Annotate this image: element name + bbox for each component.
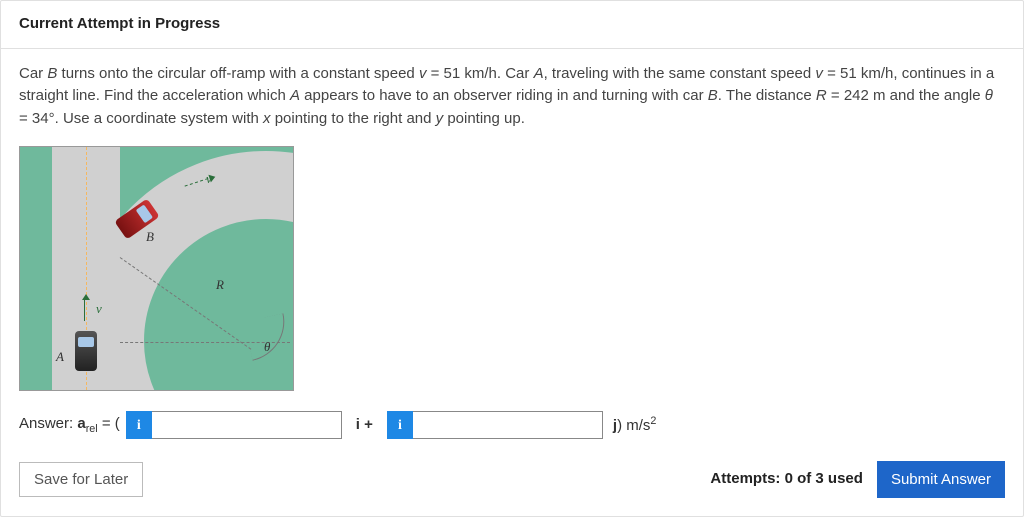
info-icon[interactable]: i bbox=[126, 411, 152, 439]
label-a: A bbox=[56, 347, 64, 367]
label-theta: θ bbox=[264, 337, 270, 357]
j-component-input[interactable] bbox=[413, 411, 603, 439]
problem-statement: Car B turns onto the circular off-ramp w… bbox=[19, 63, 1005, 131]
i-component-input[interactable] bbox=[152, 411, 342, 439]
submit-answer-button[interactable]: Submit Answer bbox=[877, 461, 1005, 498]
info-icon[interactable]: i bbox=[387, 411, 413, 439]
label-r: R bbox=[216, 275, 224, 295]
save-for-later-button[interactable]: Save for Later bbox=[19, 462, 143, 497]
label-v-b: v bbox=[206, 169, 212, 189]
answer-tail: j) m/s2 bbox=[609, 413, 657, 438]
label-v-a: v bbox=[96, 299, 102, 319]
attempts-text: Attempts: 0 of 3 used bbox=[710, 468, 863, 491]
answer-lead: Answer: arel = ( bbox=[19, 413, 120, 437]
label-b: B bbox=[146, 227, 154, 247]
car-a-icon bbox=[75, 331, 97, 371]
problem-figure: A B R θ v v bbox=[19, 146, 294, 391]
v-arrow-a bbox=[84, 297, 85, 321]
section-header: Current Attempt in Progress bbox=[1, 1, 1023, 49]
answer-mid: i + bbox=[348, 414, 381, 437]
answer-row: Answer: arel = ( i i + i j) m/s2 bbox=[19, 411, 1005, 439]
